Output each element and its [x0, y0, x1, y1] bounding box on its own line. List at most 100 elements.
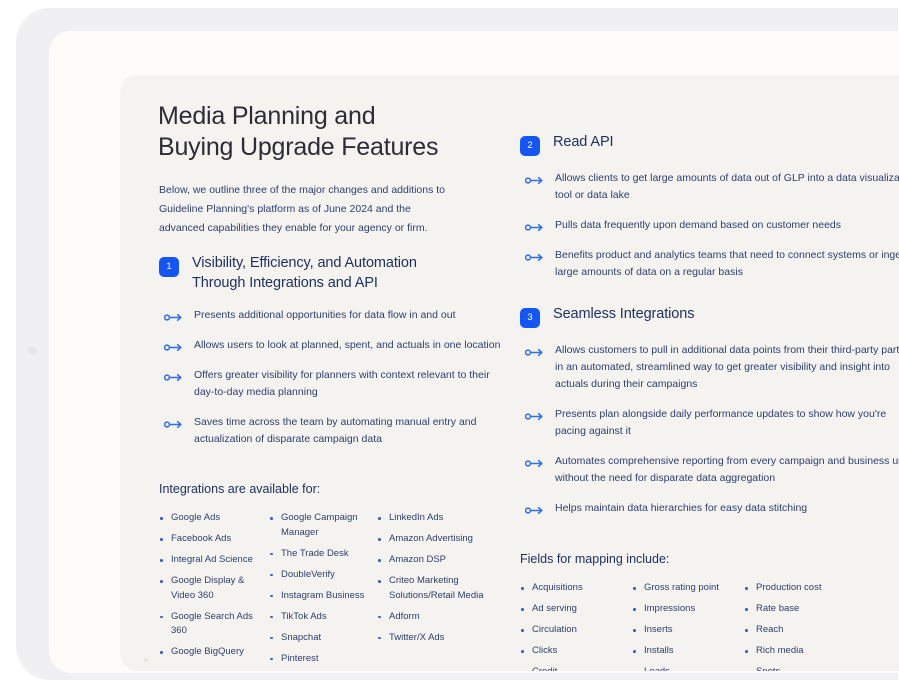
list-item: Adform	[377, 610, 487, 625]
list-item: Allows users to look at planned, spent, …	[159, 337, 504, 354]
circle-arrow-right-icon	[163, 311, 183, 322]
list-item-label: Presents additional opportunities for da…	[194, 309, 456, 321]
list-item: Pulls data frequently upon demand based …	[520, 217, 899, 234]
section-bullet-list: Presents additional opportunities for da…	[159, 307, 504, 448]
list-item: DoubleVerify	[269, 568, 377, 583]
list-item: Reach	[744, 623, 864, 638]
intro-paragraph: Below, we outline three of the major cha…	[159, 184, 446, 234]
circle-arrow-right-icon	[163, 418, 183, 429]
list-item: Criteo Marketing Solutions/Retail Media	[377, 574, 487, 603]
tablet-device-frame: Media Planning and Buying Upgrade Featur…	[16, 8, 899, 680]
list-item-label: Benefits product and analytics teams tha…	[555, 249, 899, 278]
list-item: Google BigQuery	[159, 645, 269, 660]
section-title: Read API	[553, 134, 614, 150]
section-title: Seamless Integrations	[553, 306, 695, 322]
fields-heading: Fields for mapping include:	[520, 552, 670, 566]
section-number-badge: 1	[159, 257, 179, 277]
list-item: Inserts	[632, 623, 744, 638]
circle-arrow-right-icon	[524, 410, 544, 421]
content-card: Media Planning and Buying Upgrade Featur…	[120, 75, 899, 671]
section-bullet-list: Allows customers to pull in additional d…	[520, 342, 899, 517]
list-column: Google Campaign Manager The Trade Desk Dou…	[269, 511, 377, 671]
list-item: Impressions	[632, 602, 744, 617]
list-item: Presents plan alongside daily performanc…	[520, 406, 899, 440]
list-item-label: Saves time across the team by automating…	[194, 416, 477, 445]
fields-block: Fields for mapping include: Acquisitions…	[520, 550, 899, 671]
list-column: Google Ads Facebook Ads Integral Ad Scienc…	[159, 511, 269, 671]
list-item: Leads	[632, 665, 744, 671]
list-item: Helps maintain data hierarchies for easy…	[520, 500, 899, 517]
section-visibility-efficiency-automation: 1 Visibility, Efficiency, and Automation…	[159, 254, 504, 448]
section-number-badge: 2	[520, 136, 540, 156]
fields-columns: Acquisitions Ad serving Circulation Clicks C…	[520, 581, 899, 671]
circle-arrow-right-icon	[524, 251, 544, 262]
list-item-label: Presents plan alongside daily performanc…	[555, 408, 887, 437]
list-item: Integral Ad Science	[159, 553, 269, 568]
circle-arrow-right-icon	[524, 504, 544, 515]
list-item-label: Allows clients to get large amounts of d…	[555, 172, 899, 201]
list-item: Credit	[520, 665, 632, 671]
list-item: Acquisitions	[520, 581, 632, 596]
circle-arrow-right-icon	[163, 371, 183, 382]
circle-arrow-right-icon	[524, 174, 544, 185]
list-item: Offers greater visibility for planners w…	[159, 367, 504, 401]
circle-arrow-right-icon	[163, 341, 183, 352]
list-item: Installs	[632, 644, 744, 659]
list-item: Presents additional opportunities for da…	[159, 307, 504, 324]
list-column: LinkedIn Ads Amazon Advertising Amazon DSP…	[377, 511, 487, 671]
home-indicator-icon	[144, 658, 148, 662]
list-item: Google Ads	[159, 511, 269, 526]
list-column: Acquisitions Ad serving Circulation Clicks C…	[520, 581, 632, 671]
list-item: Allows clients to get large amounts of d…	[520, 170, 899, 204]
tablet-screen: Media Planning and Buying Upgrade Featur…	[49, 31, 899, 673]
section-header: 1 Visibility, Efficiency, and Automation…	[159, 254, 504, 293]
list-item-label: Allows customers to pull in additional d…	[555, 344, 899, 390]
list-item: Ad serving	[520, 602, 632, 617]
list-item-label: Pulls data frequently upon demand based …	[555, 219, 842, 231]
section-number-badge: 3	[520, 308, 540, 328]
list-item: Clicks	[520, 644, 632, 659]
section-read-api: 2 Read API Allows clients to get large a…	[520, 133, 899, 281]
list-item: Production cost	[744, 581, 864, 596]
list-item: Benefits product and analytics teams tha…	[520, 247, 899, 281]
section-bullet-list: Allows clients to get large amounts of d…	[520, 170, 899, 281]
section-seamless-integrations: 3 Seamless Integrations Allows customers…	[520, 305, 899, 517]
list-item: Google Campaign Manager	[269, 511, 377, 540]
camera-icon	[28, 346, 37, 355]
list-item: Google Search Ads 360	[159, 610, 269, 639]
list-item: Twitter/X Ads	[377, 631, 487, 646]
list-item: Snapchat	[269, 631, 377, 646]
section-title: Visibility, Efficiency, and Automation T…	[192, 255, 417, 291]
list-item-label: Offers greater visibility for planners w…	[194, 369, 490, 398]
list-item: Saves time across the team by automating…	[159, 414, 504, 448]
list-item: Spots	[744, 665, 864, 671]
list-item: Pinterest	[269, 652, 377, 667]
right-column: 2 Read API Allows clients to get large a…	[520, 133, 899, 517]
circle-arrow-right-icon	[524, 221, 544, 232]
page-title: Media Planning and Buying Upgrade Featur…	[158, 102, 439, 161]
integrations-columns: Google Ads Facebook Ads Integral Ad Scienc…	[159, 511, 504, 671]
list-item-label: Allows users to look at planned, spent, …	[194, 339, 501, 351]
list-item: LinkedIn Ads	[377, 511, 487, 526]
list-item: Rate base	[744, 602, 864, 617]
circle-arrow-right-icon	[524, 457, 544, 468]
list-item: Google Display & Video 360	[159, 574, 269, 603]
list-item: Amazon Advertising	[377, 532, 487, 547]
list-item: Instagram Business	[269, 589, 377, 604]
list-item-label: Automates comprehensive reporting from e…	[555, 455, 899, 484]
list-column: Gross rating point Impressions Inserts Inst…	[632, 581, 744, 671]
circle-arrow-right-icon	[524, 346, 544, 357]
left-column: 1 Visibility, Efficiency, and Automation…	[159, 254, 504, 448]
list-item: TikTok Ads	[269, 610, 377, 625]
list-item: Facebook Ads	[159, 532, 269, 547]
list-item: Amazon DSP	[377, 553, 487, 568]
list-item: Allows customers to pull in additional d…	[520, 342, 899, 393]
list-item: Automates comprehensive reporting from e…	[520, 453, 899, 487]
section-header: 3 Seamless Integrations	[520, 305, 899, 328]
integrations-heading: Integrations are available for:	[159, 482, 321, 496]
list-item: Gross rating point	[632, 581, 744, 596]
list-item-label: Helps maintain data hierarchies for easy…	[555, 502, 808, 514]
list-column: Production cost Rate base Reach Rich media S…	[744, 581, 864, 671]
section-header: 2 Read API	[520, 133, 899, 156]
list-item: Circulation	[520, 623, 632, 638]
